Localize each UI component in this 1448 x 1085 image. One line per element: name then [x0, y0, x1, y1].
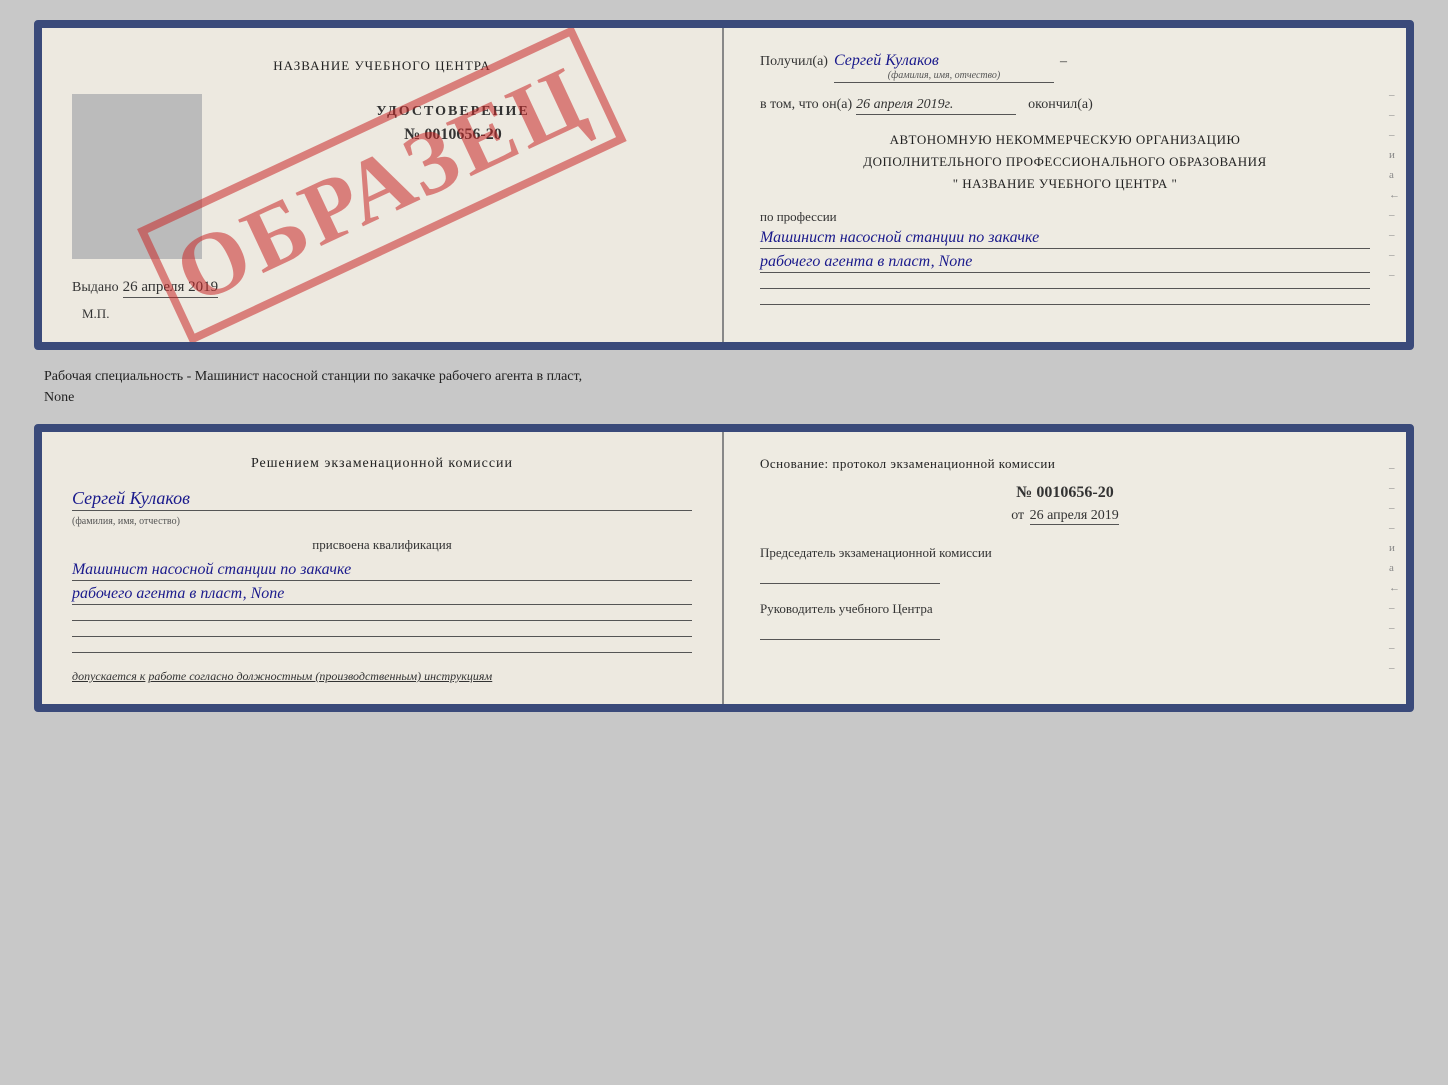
predsedatel-block: Председатель экзаменационной комиссии [760, 544, 1370, 584]
protocol-date-prefix: от [1011, 508, 1024, 523]
poluchil-name: Сергей Кулаков (фамилия, имя, отчество) [834, 52, 1054, 83]
protocol-number: № 0010656-20 [760, 484, 1370, 502]
dopuskaetsya-block: допускается к работе согласно должностны… [72, 669, 692, 684]
org-line-2: ДОПОЛНИТЕЛЬНОГО ПРОФЕССИОНАЛЬНОГО ОБРАЗО… [760, 151, 1370, 173]
bottom-right-panel: Основание: протокол экзаменационной коми… [724, 432, 1406, 704]
cert-title: НАЗВАНИЕ УЧЕБНОГО ЦЕНТРА [273, 58, 490, 74]
org-block: АВТОНОМНУЮ НЕКОММЕРЧЕСКУЮ ОРГАНИЗАЦИЮ ДО… [760, 129, 1370, 195]
top-left-panel: НАЗВАНИЕ УЧЕБНОГО ЦЕНТРА УДОСТОВЕРЕНИЕ №… [42, 28, 724, 342]
cert-udostoverenie-label: УДОСТОВЕРЕНИЕ [376, 104, 529, 120]
qualification-2: рабочего агента в пласт, None [72, 585, 692, 605]
side-chars-top: – – – и а ← – – – – [1389, 28, 1400, 342]
rukovoditel-label: Руководитель учебного Центра [760, 600, 1370, 618]
cert-photo [72, 94, 202, 259]
dash-line-2 [760, 293, 1370, 305]
middle-line-1: Рабочая специальность - Машинист насосно… [44, 366, 1404, 387]
komissia-title: Решением экзаменационной комиссии [72, 456, 692, 472]
top-right-panel: Получил(а) Сергей Кулаков (фамилия, имя,… [724, 28, 1406, 342]
vidano-label: Выдано [72, 280, 119, 296]
rukovoditel-signature-line [760, 622, 940, 640]
org-line-3: " НАЗВАНИЕ УЧЕБНОГО ЦЕНТРА " [760, 173, 1370, 195]
side-chars-bottom: – – – – и а ← – – – – [1389, 432, 1400, 704]
vtomchto-label: в том, что он(а) [760, 97, 852, 113]
mp-label: М.П. [82, 306, 109, 322]
prisvoena-label: присвоена квалификация [72, 537, 692, 553]
okonchil-label: окончил(а) [1028, 97, 1093, 113]
profession-value-2: рабочего агента в пласт, None [760, 253, 1370, 273]
bottom-left-panel: Решением экзаменационной комиссии Сергей… [42, 432, 724, 704]
rukovoditel-block: Руководитель учебного Центра [760, 600, 1370, 640]
bottom-dash-3 [72, 641, 692, 653]
top-document: НАЗВАНИЕ УЧЕБНОГО ЦЕНТРА УДОСТОВЕРЕНИЕ №… [34, 20, 1414, 350]
dash-line-1 [760, 277, 1370, 289]
bottom-name: Сергей Кулаков [72, 488, 692, 511]
protocol-date-val: 26 апреля 2019 [1030, 508, 1119, 525]
org-line-1: АВТОНОМНУЮ НЕКОММЕРЧЕСКУЮ ОРГАНИЗАЦИЮ [760, 129, 1370, 151]
name-block: Сергей Кулаков (фамилия, имя, отчество) [72, 488, 692, 529]
profession-label: по профессии [760, 209, 1370, 225]
name-sub: (фамилия, имя, отчество) [72, 516, 180, 527]
vidano-date: 26 апреля 2019 [123, 279, 219, 298]
qualification-1: Машинист насосной станции по закачке [72, 561, 692, 581]
cert-number: № 0010656-20 [404, 126, 501, 144]
poluchil-row: Получил(а) Сергей Кулаков (фамилия, имя,… [760, 52, 1370, 83]
bottom-document: Решением экзаменационной комиссии Сергей… [34, 424, 1414, 712]
bottom-dash-2 [72, 625, 692, 637]
middle-line-2: None [44, 387, 1404, 408]
dopuskaetsya-label: допускается к [72, 669, 145, 683]
vtomchto-date: 26 апреля 2019г. [856, 97, 1016, 115]
vtomchto-row: в том, что он(а) 26 апреля 2019г. окончи… [760, 97, 1370, 115]
poluchil-label: Получил(а) [760, 54, 828, 70]
profession-value-1: Машинист насосной станции по закачке [760, 229, 1370, 249]
dopuskaetsya-val: работе согласно должностным (производств… [148, 669, 492, 683]
protocol-date: от 26 апреля 2019 [760, 508, 1370, 524]
bottom-dash-1 [72, 609, 692, 621]
middle-text: Рабочая специальность - Машинист насосно… [34, 366, 1414, 408]
predsedatel-label: Председатель экзаменационной комиссии [760, 544, 1370, 562]
predsedatel-signature-line [760, 566, 940, 584]
osnovaniye-title: Основание: протокол экзаменационной коми… [760, 456, 1370, 472]
